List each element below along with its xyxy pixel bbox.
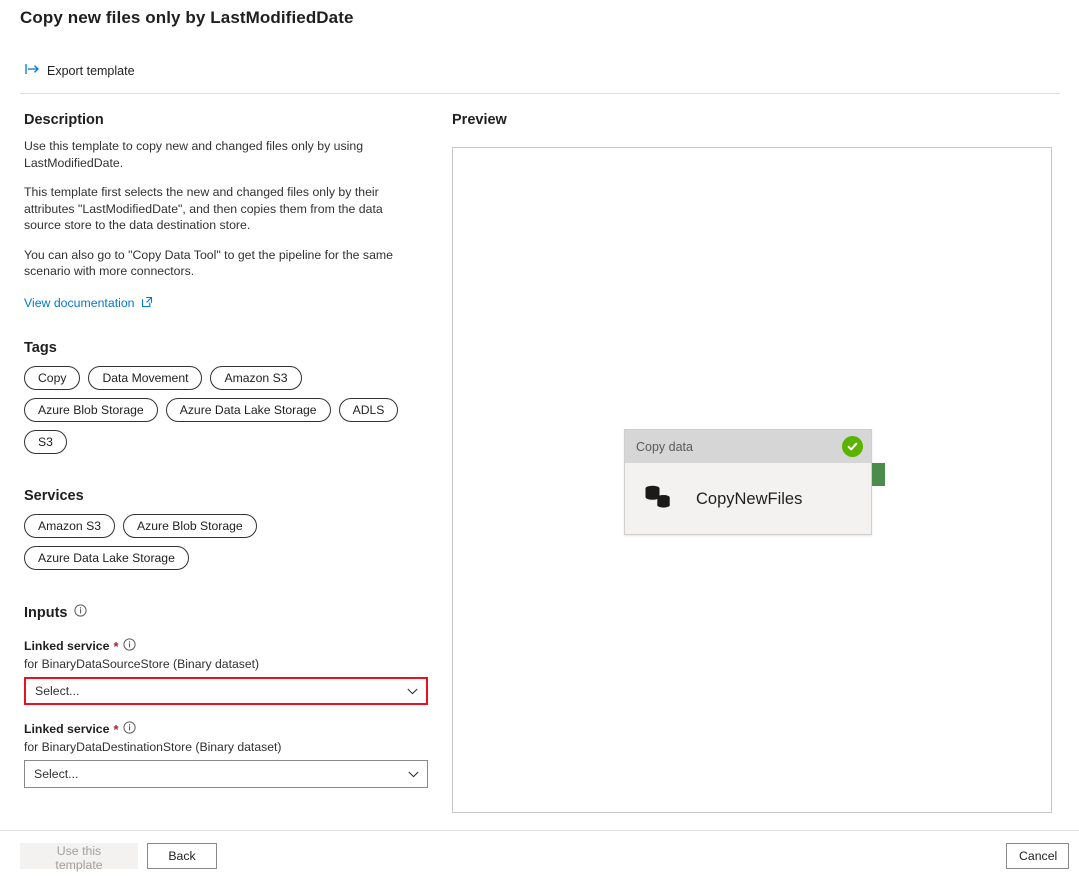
export-template-button[interactable]: Export template	[20, 60, 140, 81]
back-button[interactable]: Back	[147, 843, 217, 869]
field-label-row: Linked service *	[24, 721, 428, 737]
tag-pill: S3	[24, 430, 67, 454]
inputs-section: Inputs Linked service *	[24, 604, 428, 788]
tag-pill: ADLS	[339, 398, 399, 422]
linked-service-source-field: Linked service * for BinaryDataSourceSto…	[24, 638, 428, 705]
tag-pill: Azure Data Lake Storage	[166, 398, 331, 422]
description-paragraph: You can also go to "Copy Data Tool" to g…	[24, 247, 414, 280]
tag-pill: Amazon S3	[210, 366, 301, 390]
tags-heading: Tags	[24, 340, 428, 356]
tags-list: Copy Data Movement Amazon S3 Azure Blob …	[24, 366, 428, 454]
activity-name: CopyNewFiles	[696, 490, 802, 509]
chevron-down-icon	[407, 684, 418, 698]
header-divider	[20, 93, 1060, 94]
field-sublabel: for BinaryDataSourceStore (Binary datase…	[24, 657, 428, 671]
field-label-row: Linked service *	[24, 638, 428, 654]
services-heading: Services	[24, 488, 428, 504]
activity-node-copy-data[interactable]: Copy data	[624, 429, 872, 535]
field-sublabel: for BinaryDataDestinationStore (Binary d…	[24, 740, 428, 754]
view-documentation-label: View documentation	[24, 296, 135, 310]
dropdown-value: Select...	[34, 767, 78, 781]
description-paragraph: This template first selects the new and …	[24, 184, 414, 234]
service-pill: Azure Blob Storage	[123, 514, 257, 538]
footer-divider	[0, 830, 1079, 831]
activity-output-port[interactable]	[872, 463, 885, 486]
dropdown-value: Select...	[35, 684, 79, 698]
field-label: Linked service	[24, 639, 109, 653]
external-link-icon	[141, 296, 153, 311]
service-pill: Azure Data Lake Storage	[24, 546, 189, 570]
page-title: Copy new files only by LastModifiedDate	[20, 8, 354, 28]
details-pane: Description Use this template to copy ne…	[24, 112, 428, 788]
required-marker: *	[113, 640, 118, 653]
export-icon	[25, 63, 40, 78]
tags-section: Tags Copy Data Movement Amazon S3 Azure …	[24, 340, 428, 454]
info-icon[interactable]	[123, 721, 136, 737]
activity-type-label: Copy data	[636, 440, 693, 454]
service-pill: Amazon S3	[24, 514, 115, 538]
template-detail-page: Copy new files only by LastModifiedDate …	[0, 0, 1079, 877]
pipeline-preview-canvas[interactable]: Copy data	[452, 147, 1052, 813]
services-list: Amazon S3 Azure Blob Storage Azure Data …	[24, 514, 428, 570]
linked-service-destination-field: Linked service * for BinaryDataDestinati…	[24, 721, 428, 788]
description-paragraph: Use this template to copy new and change…	[24, 138, 414, 171]
field-label: Linked service	[24, 722, 109, 736]
inputs-heading: Inputs	[24, 605, 68, 621]
tag-pill: Data Movement	[88, 366, 202, 390]
info-icon[interactable]	[123, 638, 136, 654]
linked-service-source-dropdown[interactable]: Select...	[24, 677, 428, 705]
success-check-icon	[842, 436, 863, 457]
cancel-button[interactable]: Cancel	[1006, 843, 1069, 869]
required-marker: *	[113, 723, 118, 736]
activity-node-header: Copy data	[625, 430, 871, 463]
export-template-label: Export template	[47, 64, 135, 78]
chevron-down-icon	[408, 767, 419, 781]
services-section: Services Amazon S3 Azure Blob Storage Az…	[24, 488, 428, 570]
description-section: Description Use this template to copy ne…	[24, 112, 428, 312]
preview-heading: Preview	[452, 112, 507, 128]
copy-data-icon	[642, 482, 676, 517]
command-bar: Export template	[20, 60, 140, 81]
inputs-heading-row: Inputs	[24, 604, 428, 622]
view-documentation-link[interactable]: View documentation	[24, 296, 153, 311]
linked-service-destination-dropdown[interactable]: Select...	[24, 760, 428, 788]
use-this-template-button[interactable]: Use this template	[20, 843, 138, 869]
tag-pill: Azure Blob Storage	[24, 398, 158, 422]
info-icon[interactable]	[74, 604, 87, 622]
description-heading: Description	[24, 112, 428, 128]
activity-node-body: CopyNewFiles	[625, 463, 871, 535]
tag-pill: Copy	[24, 366, 80, 390]
